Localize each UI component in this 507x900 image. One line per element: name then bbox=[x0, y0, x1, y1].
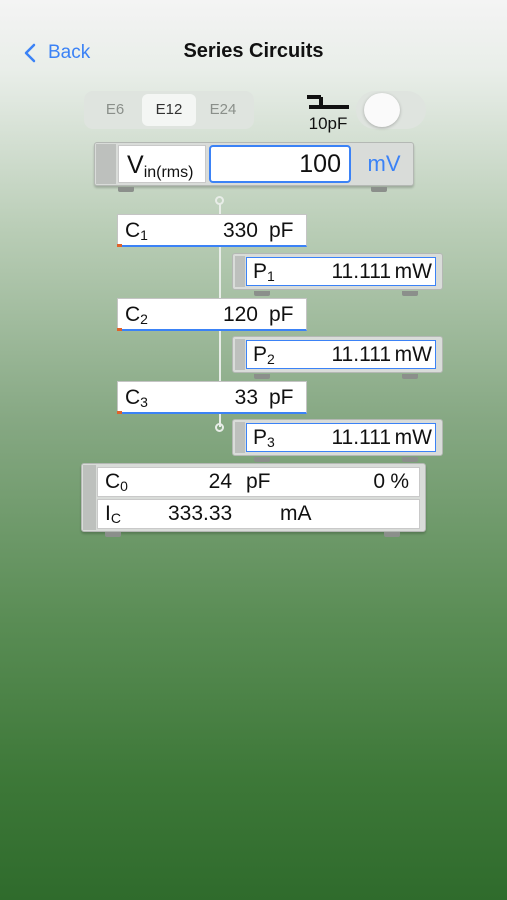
segment-e24[interactable]: E24 bbox=[196, 94, 250, 126]
power-value: 11.111 bbox=[331, 260, 391, 283]
capacitor-value: 33 bbox=[234, 386, 258, 409]
power-symbol: P bbox=[253, 426, 268, 449]
error-value: 0 bbox=[373, 470, 385, 493]
capacitor-c2-field[interactable]: C2 120 pF bbox=[117, 298, 307, 331]
drag-handle[interactable] bbox=[83, 465, 96, 530]
drag-handle[interactable] bbox=[235, 339, 245, 370]
series-selector: E6 E12 E24 bbox=[84, 91, 254, 129]
current-row: IC 333.33 mA bbox=[97, 499, 420, 529]
capacitor-unit: pF bbox=[269, 219, 294, 242]
power-symbol: P bbox=[253, 260, 268, 283]
bar-foot bbox=[402, 457, 418, 462]
cap-symbol: C bbox=[125, 219, 141, 242]
cap-symbol: C bbox=[125, 386, 141, 409]
capacitor-unit: pF bbox=[269, 303, 294, 326]
power-p3-field: P3 11.111 mW bbox=[246, 423, 436, 452]
terminal-node bbox=[215, 196, 224, 205]
edit-marker bbox=[117, 328, 122, 331]
power-subscript: 2 bbox=[267, 351, 275, 367]
total-capacitance-row: C0 24 pF 0 % bbox=[97, 467, 420, 497]
toggle-knob[interactable] bbox=[364, 93, 400, 127]
edit-marker bbox=[117, 244, 122, 247]
bar-foot bbox=[105, 532, 121, 537]
bar-foot bbox=[254, 291, 270, 296]
cap-subscript: 1 bbox=[140, 227, 148, 243]
segment-e6[interactable]: E6 bbox=[88, 94, 142, 126]
capacitor-c3-field[interactable]: C3 33 pF bbox=[117, 381, 307, 414]
segment-e12[interactable]: E12 bbox=[142, 94, 196, 126]
current-value: 333.33 bbox=[168, 502, 233, 525]
capacitor-value: 120 bbox=[222, 303, 258, 326]
power-p2-field: P2 11.111 mW bbox=[246, 340, 436, 369]
power-p2-box: P2 11.111 mW bbox=[232, 336, 443, 373]
bar-foot bbox=[384, 532, 400, 537]
drag-handle[interactable] bbox=[96, 144, 116, 184]
edit-marker bbox=[117, 411, 122, 414]
power-value: 11.111 bbox=[331, 426, 391, 449]
drag-handle[interactable] bbox=[235, 422, 245, 453]
power-p3-box: P3 11.111 mW bbox=[232, 419, 443, 456]
capacitor-c1-field[interactable]: C1 330 pF bbox=[117, 214, 307, 247]
power-subscript: 1 bbox=[267, 268, 275, 284]
power-p1-field: P1 11.111 mW bbox=[246, 257, 436, 286]
bar-foot bbox=[254, 374, 270, 379]
c0-symbol: C bbox=[105, 470, 121, 493]
voltage-subscript: in(rms) bbox=[143, 164, 194, 181]
capacitor-value: 330 bbox=[222, 219, 258, 242]
bar-foot bbox=[371, 187, 387, 192]
error-unit: % bbox=[390, 470, 409, 493]
power-subscript: 3 bbox=[267, 434, 275, 450]
stray-capacitance-label: 10pF bbox=[308, 114, 348, 133]
c0-subscript: 0 bbox=[120, 478, 128, 494]
power-p1-box: P1 11.111 mW bbox=[232, 253, 443, 290]
voltage-symbol: V bbox=[127, 151, 144, 179]
cap-symbol: C bbox=[125, 303, 141, 326]
terminal-node bbox=[215, 423, 224, 432]
page-title: Series Circuits bbox=[183, 40, 324, 62]
cap-subscript: 3 bbox=[140, 394, 148, 410]
capacitor-symbol-icon bbox=[307, 95, 349, 109]
bar-foot bbox=[402, 291, 418, 296]
ic-symbol: I bbox=[105, 502, 111, 525]
input-voltage-label: Vin(rms) bbox=[118, 145, 206, 183]
bar-foot bbox=[118, 187, 134, 192]
total-capacitance-unit: pF bbox=[246, 470, 271, 493]
total-capacitance-value: 24 bbox=[208, 470, 232, 493]
power-unit: mW bbox=[394, 260, 432, 283]
drag-handle[interactable] bbox=[235, 256, 245, 287]
power-unit: mW bbox=[394, 343, 432, 366]
power-symbol: P bbox=[253, 343, 268, 366]
power-unit: mW bbox=[394, 426, 432, 449]
power-value: 11.111 bbox=[331, 343, 391, 366]
ic-subscript: C bbox=[110, 510, 121, 526]
input-voltage-field[interactable]: 100 bbox=[209, 145, 351, 183]
capacitor-unit: pF bbox=[269, 386, 294, 409]
bar-foot bbox=[254, 457, 270, 462]
bar-foot bbox=[402, 374, 418, 379]
current-unit: mA bbox=[280, 502, 312, 525]
cap-subscript: 2 bbox=[140, 311, 148, 327]
input-voltage-unit[interactable]: mV bbox=[356, 145, 412, 183]
